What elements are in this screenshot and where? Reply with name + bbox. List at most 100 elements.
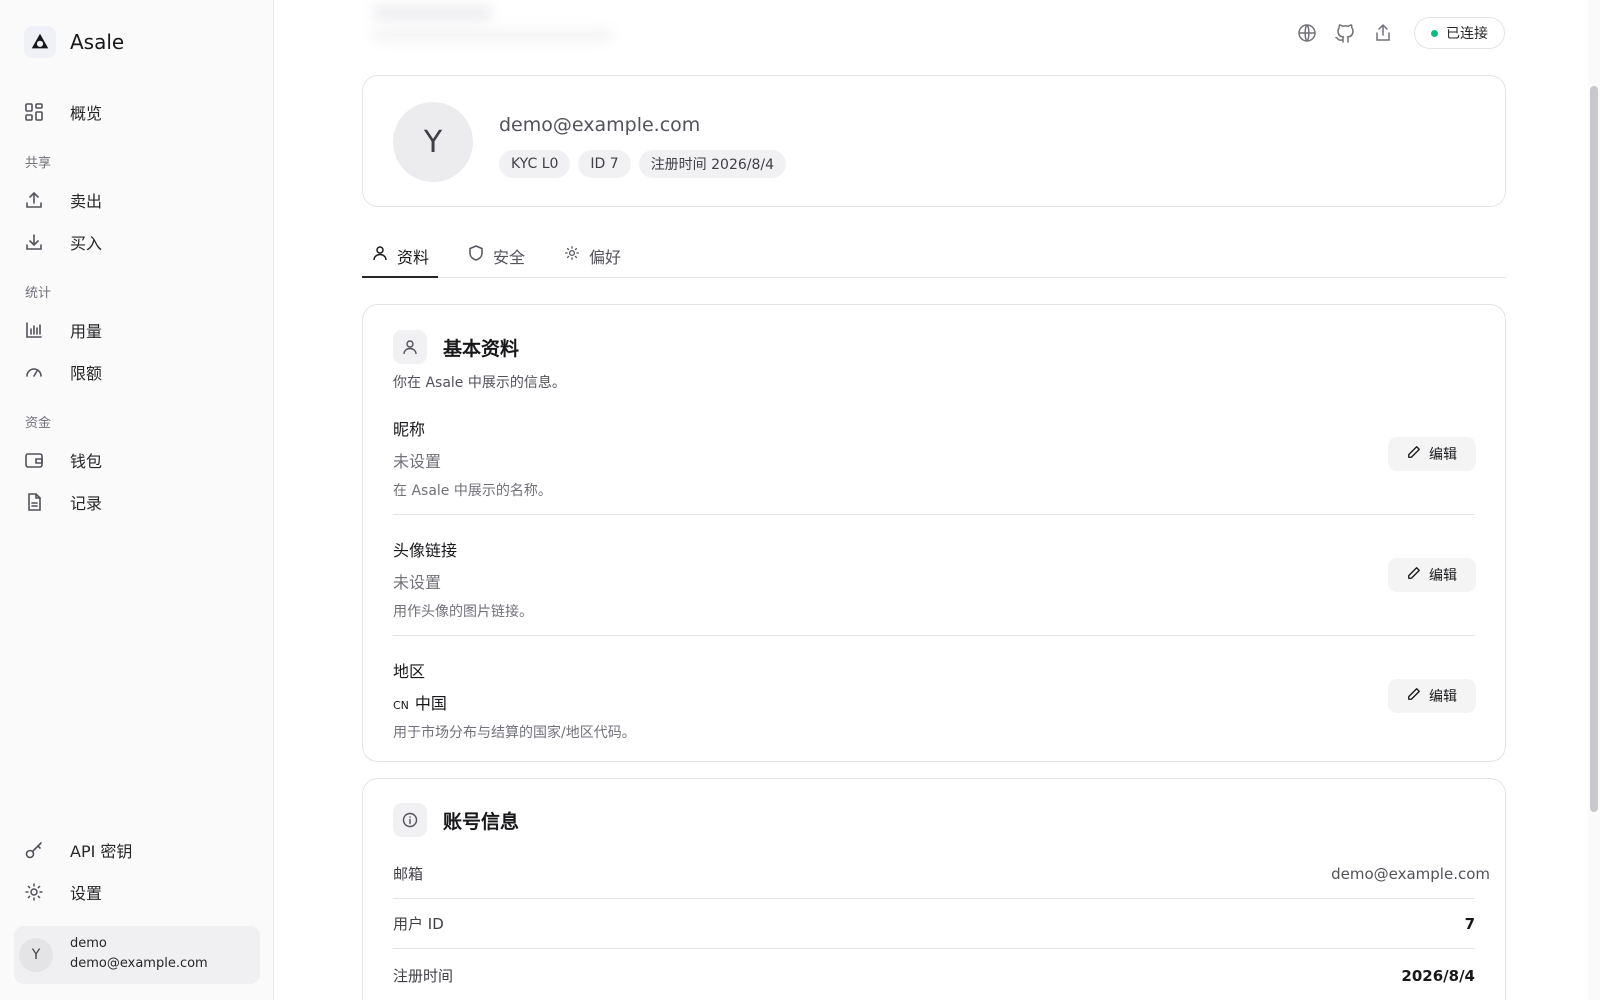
field-region: 地区 CN 中国 用于市场分布与结算的国家/地区代码。 [393,658,1475,742]
user-card[interactable]: Y demo demo@example.com [14,926,260,984]
basic-profile-card: 基本资料 你在 Asale 中展示的信息。 昵称 未设置 在 Asale 中展示… [362,304,1506,762]
sidebar-item-usage[interactable]: 用量 [24,316,102,344]
blurred-page-subtitle [372,30,612,40]
scrollbar-thumb[interactable] [1590,86,1598,812]
info-row-registered: 注册时间 2026/8/4 [393,951,1475,1000]
user-email: demo@example.com [70,956,208,971]
field-nickname: 昵称 未设置 在 Asale 中展示的名称。 [393,416,1475,500]
section-header: 基本资料 [393,330,519,364]
sidebar-item-label: 钱包 [70,452,103,471]
avatar: Y [393,102,473,182]
sidebar-item-label: 概览 [70,104,103,123]
blurred-page-title [372,6,492,20]
edit-label: 编辑 [1429,689,1457,705]
document-icon [24,492,44,512]
account-info-card: 账号信息 邮箱 demo@example.com 用户 ID 7 注册时间 20… [362,778,1506,1000]
divider [393,514,1475,515]
divider [393,635,1475,636]
field-help: 用于市场分布与结算的国家/地区代码。 [393,725,636,741]
field-label: 昵称 [393,420,426,439]
settings-tabs: 资料 安全 偏好 [362,240,1506,278]
sidebar-item-records[interactable]: 记录 [24,488,102,516]
registered-badge: 注册时间 2026/8/4 [638,150,787,178]
download-icon [24,232,44,252]
edit-avatar-url-button[interactable]: 编辑 [1388,558,1476,592]
info-row-user-id: 用户 ID 7 [393,899,1475,949]
edit-nickname-button[interactable]: 编辑 [1388,437,1476,471]
tab-label: 安全 [493,248,526,267]
field-help: 在 Asale 中展示的名称。 [393,483,552,499]
gear-icon [563,244,581,262]
profile-header-card: Y demo@example.com KYC L0 ID 7 注册时间 2026… [362,75,1506,207]
info-value: demo@example.com [1331,864,1490,883]
tab-label: 偏好 [589,248,622,267]
id-badge: ID 7 [578,150,631,178]
tab-profile[interactable]: 资料 [362,240,439,278]
connection-status[interactable]: 已连接 [1414,17,1505,49]
sidebar-item-buy[interactable]: 买入 [24,228,102,256]
info-label: 注册时间 [393,967,454,985]
sidebar-item-label: 用量 [70,322,103,341]
field-avatar-url: 头像链接 未设置 用作头像的图片链接。 [393,537,1475,621]
pencil-icon [1407,445,1421,463]
user-icon [371,244,389,262]
section-title: 账号信息 [443,810,520,833]
tab-label: 资料 [397,248,430,267]
upload-icon [24,190,44,210]
gear-icon [24,882,44,902]
info-value: 7 [1464,914,1475,933]
profile-badges: KYC L0 ID 7 注册时间 2026/8/4 [499,150,787,178]
sidebar-item-sell[interactable]: 卖出 [24,186,102,214]
tab-security[interactable]: 安全 [458,240,534,278]
share-icon[interactable] [1372,22,1394,44]
sidebar-item-label: 记录 [70,494,103,513]
pencil-icon [1407,566,1421,584]
sidebar-item-label: 卖出 [70,192,103,211]
globe-icon[interactable] [1296,22,1318,44]
field-value: 未设置 [393,452,442,471]
github-icon[interactable] [1334,22,1356,44]
triangle-logo-icon [24,26,56,58]
status-dot-icon [1431,29,1438,37]
sidebar-item-label: 设置 [70,884,103,903]
grid-icon [24,102,44,122]
status-label: 已连接 [1446,26,1488,42]
field-value: 未设置 [393,573,442,592]
brand-name: Asale [70,30,125,54]
avatar: Y [19,938,53,972]
field-help: 用作头像的图片链接。 [393,604,533,620]
tab-preferences[interactable]: 偏好 [554,240,630,278]
profile-email: demo@example.com [499,114,701,136]
section-description: 你在 Asale 中展示的信息。 [393,375,566,391]
edit-label: 编辑 [1429,447,1457,463]
info-label: 用户 ID [393,915,444,933]
gauge-icon [24,362,44,382]
sidebar-item-wallet[interactable]: 钱包 [24,446,102,474]
field-value: CN 中国 [393,690,1475,714]
brand[interactable]: Asale [24,26,124,58]
edit-region-button[interactable]: 编辑 [1388,679,1476,713]
sidebar: Asale 概览 共享 卖出 买入 统计 用量 限额 资金 钱包 记录 API … [0,0,274,1000]
section-header: 账号信息 [393,803,519,837]
user-icon [393,330,427,364]
sidebar-item-label: API 密钥 [70,842,133,861]
section-title: 基本资料 [443,337,520,360]
user-name: demo [70,936,107,951]
sidebar-section-funds: 资金 [25,416,52,431]
shield-icon [467,244,485,262]
sidebar-item-settings[interactable]: 设置 [24,878,102,906]
sidebar-item-overview[interactable]: 概览 [24,98,102,126]
bar-chart-icon [24,320,44,340]
sidebar-section-share: 共享 [25,156,52,171]
sidebar-item-limits[interactable]: 限额 [24,358,102,386]
wallet-icon [24,450,44,470]
sidebar-item-api-keys[interactable]: API 密钥 [24,836,132,864]
sidebar-section-stats: 统计 [25,286,52,301]
info-label: 邮箱 [393,865,424,883]
country-code: CN [393,699,409,712]
key-icon [24,840,44,860]
page-scrollbar[interactable] [1588,0,1600,1000]
info-row-email: 邮箱 demo@example.com [393,849,1490,899]
field-label: 地区 [393,662,426,681]
country-name: 中国 [414,694,447,713]
